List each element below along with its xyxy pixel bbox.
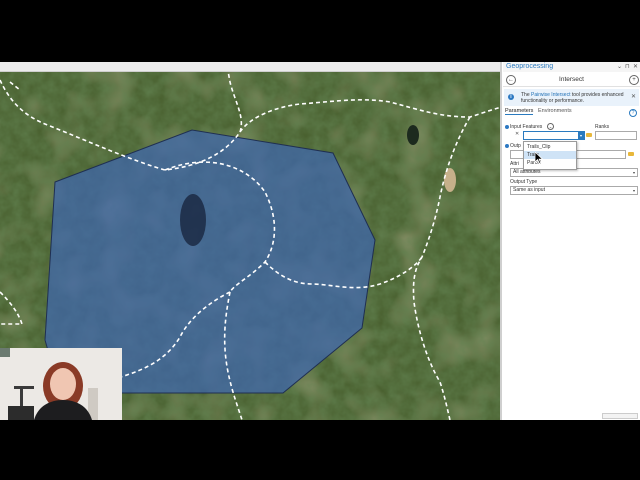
pane-pin-button[interactable]: ⊓ xyxy=(625,63,630,70)
dropdown-option-parcel[interactable]: Parcel xyxy=(524,159,576,167)
pond-small xyxy=(407,125,419,145)
tool-header: ← Intersect + xyxy=(503,73,640,87)
pane-splitter[interactable] xyxy=(500,62,502,420)
desk-item xyxy=(8,406,34,420)
presenter-video xyxy=(0,348,122,420)
input-features-combo[interactable]: ▾ xyxy=(523,131,585,140)
input-features-label: Input Features xyxy=(510,124,543,130)
pane-header: Geoprocessing ⌄ ⊓ ✕ xyxy=(503,62,640,72)
output-type-value: Same as input xyxy=(513,187,545,193)
pane-title: Geoprocessing xyxy=(506,63,554,70)
folder-icon[interactable] xyxy=(628,152,634,156)
info-banner: i The Pairwise Intersect tool provides e… xyxy=(504,89,639,106)
input-features-dropdown: Trails_Clip Trails Parcel xyxy=(523,141,577,170)
output-type-select[interactable]: Same as input ▾ xyxy=(510,186,638,195)
tab-environments[interactable]: Environments xyxy=(538,108,572,114)
chevron-down-icon[interactable]: ▾ xyxy=(578,132,584,139)
mouse-cursor-icon xyxy=(535,152,543,164)
wall-picture xyxy=(0,348,10,357)
remove-row-icon[interactable]: ✕ xyxy=(515,131,519,137)
map-tab-strip xyxy=(0,62,502,72)
pond-large xyxy=(180,194,206,246)
required-indicator-icon xyxy=(505,125,509,129)
dropdown-option-trails[interactable]: Trails xyxy=(524,151,576,159)
chevron-down-icon[interactable]: ▾ xyxy=(631,187,637,194)
tool-name: Intersect xyxy=(559,76,584,83)
output-feature-class-label: Outp xyxy=(510,143,521,149)
info-close-icon[interactable]: ✕ xyxy=(631,93,636,100)
expand-chevron-icon[interactable]: ⌄ xyxy=(547,123,554,130)
presenter-face xyxy=(50,368,76,400)
attributes-label: Attri xyxy=(510,161,519,167)
add-tool-button[interactable]: + xyxy=(629,75,639,85)
info-text: The Pairwise Intersect tool provides enh… xyxy=(521,92,631,104)
chevron-down-icon[interactable]: ▾ xyxy=(631,169,637,176)
ranks-label: Ranks xyxy=(595,124,610,130)
desk-lamp xyxy=(14,386,34,389)
webcam-overlay xyxy=(0,348,122,420)
folder-icon[interactable] xyxy=(586,133,592,137)
ranks-input[interactable] xyxy=(595,131,637,140)
pane-run-area[interactable] xyxy=(602,413,638,419)
dropdown-option-trails-clip[interactable]: Trails_Clip xyxy=(524,143,576,151)
required-indicator-icon xyxy=(505,144,509,148)
pane-close-button[interactable]: ✕ xyxy=(633,63,638,70)
info-icon: i xyxy=(508,94,514,100)
help-icon[interactable]: ? xyxy=(629,109,637,117)
tab-parameters[interactable]: Parameters xyxy=(505,108,534,115)
geoprocessing-pane: Geoprocessing ⌄ ⊓ ✕ ← Intersect + i The … xyxy=(503,62,640,420)
output-type-label: Output Type xyxy=(510,179,538,185)
attributes-value: All attributes xyxy=(513,169,541,175)
pane-options-button[interactable]: ⌄ xyxy=(617,63,622,70)
